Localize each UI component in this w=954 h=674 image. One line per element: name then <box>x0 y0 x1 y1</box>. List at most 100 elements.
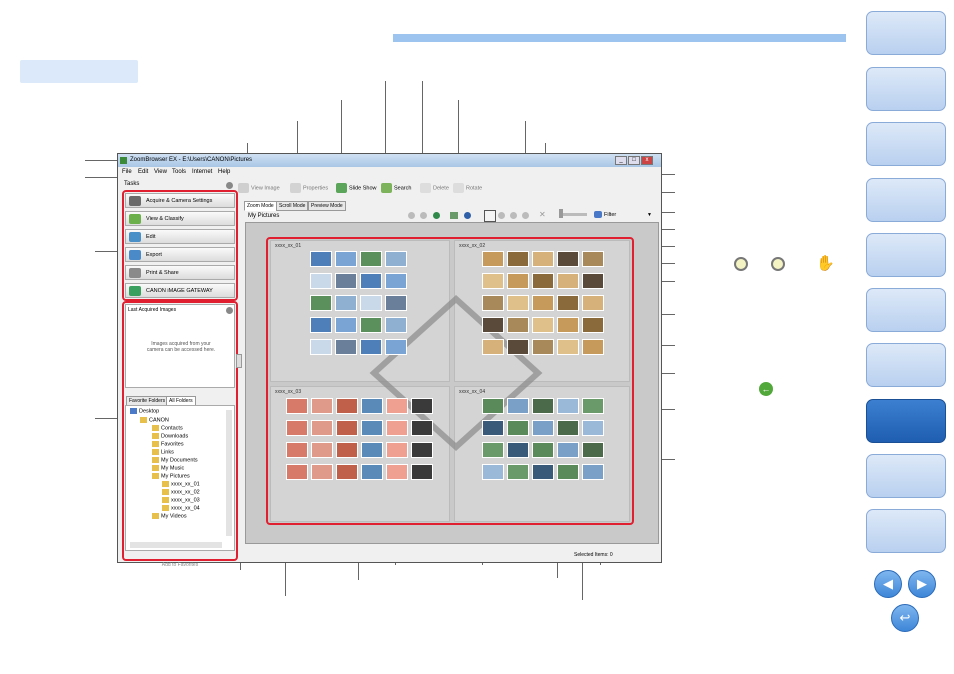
thumbnail[interactable] <box>582 442 604 458</box>
next-icon[interactable] <box>420 212 427 219</box>
thumbnail[interactable] <box>482 317 504 333</box>
display-options-icon[interactable] <box>450 212 458 219</box>
thumbnail[interactable] <box>311 420 333 436</box>
menu-edit[interactable]: Edit <box>138 169 148 175</box>
thumbnail[interactable] <box>336 442 358 458</box>
tree-item[interactable]: Desktop <box>130 408 159 414</box>
up-folder-icon[interactable] <box>433 212 440 219</box>
tree-item[interactable]: xxxx_xx_03 <box>162 497 200 503</box>
thumbnail[interactable] <box>335 273 357 289</box>
thumbnail[interactable] <box>286 442 308 458</box>
thumbnail[interactable] <box>557 273 579 289</box>
thumbnail[interactable] <box>482 442 504 458</box>
thumbnail[interactable] <box>482 251 504 267</box>
thumbnail[interactable] <box>507 464 529 480</box>
tree-item[interactable]: xxxx_xx_01 <box>162 481 200 487</box>
return-icon[interactable]: ↩ <box>891 604 919 632</box>
thumbnail[interactable] <box>532 464 554 480</box>
filter-button[interactable]: Filter <box>594 211 616 218</box>
thumbnail[interactable] <box>286 398 308 414</box>
collapse-icon[interactable] <box>226 307 233 314</box>
menu-view[interactable]: View <box>154 169 167 175</box>
thumbnail[interactable] <box>286 420 308 436</box>
thumbnail[interactable] <box>582 420 604 436</box>
panel-splitter[interactable] <box>236 354 242 368</box>
nav-button-2[interactable] <box>866 67 946 111</box>
thumbnail[interactable] <box>361 442 383 458</box>
thumbnail[interactable] <box>482 398 504 414</box>
thumbnail[interactable] <box>311 442 333 458</box>
thumbnail[interactable] <box>582 339 604 355</box>
zoom-in-tool-icon[interactable] <box>498 212 505 219</box>
thumbnail[interactable] <box>385 273 407 289</box>
thumbnail[interactable] <box>507 420 529 436</box>
thumbnail[interactable] <box>557 295 579 311</box>
tree-item[interactable]: My Pictures <box>152 473 190 479</box>
menu-tools[interactable]: Tools <box>172 169 186 175</box>
tree-item[interactable]: My Music <box>152 465 184 471</box>
thumbnail[interactable] <box>385 339 407 355</box>
thumbnail[interactable] <box>386 420 408 436</box>
tree-hscrollbar[interactable] <box>130 542 222 548</box>
tree-item[interactable]: xxxx_xx_02 <box>162 489 200 495</box>
task-export[interactable]: Export <box>125 247 235 262</box>
tree-item[interactable]: Downloads <box>152 433 188 439</box>
thumbnail[interactable] <box>557 420 579 436</box>
nav-button-4[interactable] <box>866 178 946 222</box>
task-acquire[interactable]: Acquire & Camera Settings <box>125 193 235 208</box>
nav-button-1[interactable] <box>866 11 946 55</box>
tree-item[interactable]: Favorites <box>152 441 184 447</box>
thumbnail[interactable] <box>507 317 529 333</box>
thumbnail[interactable] <box>582 317 604 333</box>
zoom-out-tool-icon[interactable] <box>510 212 517 219</box>
thumbnail[interactable] <box>361 420 383 436</box>
tree-item[interactable]: xxxx_xx_04 <box>162 505 200 511</box>
thumbnail[interactable] <box>385 295 407 311</box>
thumbnail[interactable] <box>507 273 529 289</box>
properties-button[interactable]: Properties <box>290 183 328 193</box>
delete-button[interactable]: Delete <box>420 183 449 193</box>
thumbnail[interactable] <box>311 464 333 480</box>
thumbnail[interactable] <box>360 273 382 289</box>
tree-item[interactable]: Contacts <box>152 425 183 431</box>
select-tool-icon[interactable] <box>484 210 496 222</box>
task-print-share[interactable]: Print & Share <box>125 265 235 280</box>
tab-zoom-mode[interactable]: Zoom Mode <box>244 201 277 211</box>
task-canon-gateway[interactable]: CANON iMAGE GATEWAY <box>125 283 235 298</box>
thumbnail-size-slider[interactable] <box>559 213 587 216</box>
thumbnail[interactable] <box>532 295 554 311</box>
thumbnail[interactable] <box>335 317 357 333</box>
next-page-icon[interactable]: ▶ <box>908 570 936 598</box>
task-view-classify[interactable]: View & Classify <box>125 211 235 226</box>
view-image-button[interactable]: View Image <box>238 183 280 193</box>
nav-button-9[interactable] <box>866 454 946 498</box>
thumbnail[interactable] <box>310 251 332 267</box>
thumbnail[interactable] <box>557 339 579 355</box>
thumbnail[interactable] <box>532 251 554 267</box>
thumbnail[interactable] <box>411 442 433 458</box>
thumbnail[interactable] <box>336 464 358 480</box>
thumbnail[interactable] <box>335 251 357 267</box>
tree-item[interactable]: CANON <box>140 417 169 423</box>
nav-button-8-active[interactable] <box>866 399 946 443</box>
tree-scrollbar[interactable] <box>226 410 232 536</box>
thumbnail[interactable] <box>482 420 504 436</box>
thumbnail[interactable] <box>336 420 358 436</box>
thumbnail[interactable] <box>411 420 433 436</box>
menu-internet[interactable]: Internet <box>192 169 212 175</box>
thumbnail[interactable] <box>360 251 382 267</box>
thumbnail[interactable] <box>557 464 579 480</box>
hand-tool-icon[interactable] <box>522 212 529 219</box>
thumbnail[interactable] <box>532 273 554 289</box>
collapse-icon[interactable] <box>226 182 233 189</box>
thumbnail[interactable] <box>311 398 333 414</box>
tree-item[interactable]: Links <box>152 449 174 455</box>
tree-item[interactable]: My Videos <box>152 513 187 519</box>
nav-button-6[interactable] <box>866 288 946 332</box>
thumbnail[interactable] <box>507 339 529 355</box>
slide-show-button[interactable]: Slide Show <box>336 183 377 193</box>
thumbnail[interactable] <box>557 251 579 267</box>
thumbnail[interactable] <box>411 464 433 480</box>
rotate-button[interactable]: Rotate <box>453 183 482 193</box>
thumbnail[interactable] <box>286 464 308 480</box>
